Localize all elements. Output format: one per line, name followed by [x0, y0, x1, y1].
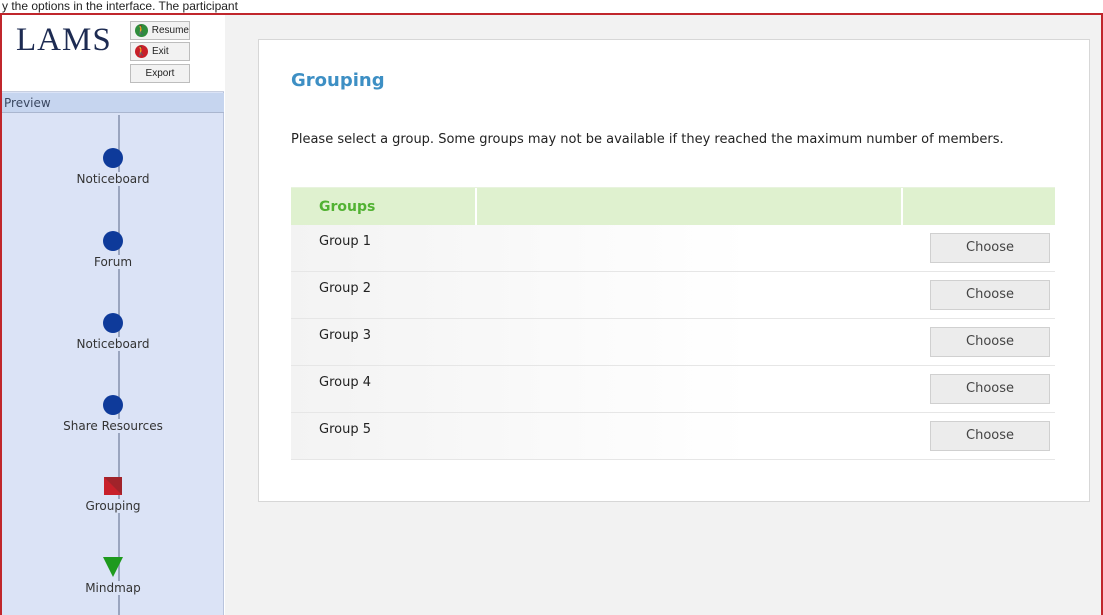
lams-logo: LAMS: [16, 22, 112, 58]
exit-person-icon: 🚶: [135, 45, 148, 58]
group-name: Group 5: [319, 422, 371, 437]
mindmap-triangle-icon: [103, 557, 123, 577]
table-row: Group 4 Choose: [291, 366, 1055, 413]
group-name: Group 3: [319, 328, 371, 343]
sidebar: LAMS 🚶 Resume 🚶 Exit Export Preview Noti…: [2, 15, 224, 615]
activity-label: Grouping: [83, 499, 143, 513]
table-row: Group 3 Choose: [291, 319, 1055, 366]
choose-button[interactable]: Choose: [930, 233, 1050, 263]
groups-column-header: Groups: [291, 188, 477, 225]
activity-label: Noticeboard: [74, 337, 152, 351]
group-name: Group 2: [319, 281, 371, 296]
groups-table: Groups Group 1 Choose Group 2 Choose Gro…: [291, 187, 1055, 460]
header-spacer: [477, 188, 903, 225]
table-row: Group 2 Choose: [291, 272, 1055, 319]
choose-button[interactable]: Choose: [930, 374, 1050, 404]
sequence-track: [118, 115, 120, 615]
activity-forum[interactable]: Forum: [2, 231, 224, 270]
table-row: Group 5 Choose: [291, 413, 1055, 460]
activity-label: Mindmap: [83, 581, 143, 595]
activity-noticeboard-1[interactable]: Noticeboard: [2, 148, 224, 187]
main-area: Grouping Please select a group. Some gro…: [225, 15, 1101, 615]
content-panel: Grouping Please select a group. Some gro…: [258, 39, 1090, 502]
activity-share-resources[interactable]: Share Resources: [2, 395, 224, 434]
group-name: Group 1: [319, 234, 371, 249]
activity-label: Forum: [91, 255, 135, 269]
choose-button[interactable]: Choose: [930, 421, 1050, 451]
instructions-text: Please select a group. Some groups may n…: [291, 132, 1004, 147]
resume-button[interactable]: 🚶 Resume: [130, 21, 190, 40]
export-label: Export: [145, 68, 175, 79]
walking-person-icon: 🚶: [135, 24, 148, 37]
activity-label: Noticeboard: [74, 172, 152, 186]
activity-mindmap[interactable]: Mindmap: [2, 557, 224, 596]
caption-text: y the options in the interface. The part…: [0, 0, 1103, 13]
activity-circle-icon: [103, 148, 123, 168]
activity-grouping[interactable]: Grouping: [2, 477, 224, 514]
exit-button[interactable]: 🚶 Exit: [130, 42, 190, 61]
activity-circle-icon: [103, 231, 123, 251]
preview-bar: Preview: [2, 93, 224, 113]
exit-label: Exit: [152, 46, 169, 57]
table-row: Group 1 Choose: [291, 225, 1055, 272]
page-title: Grouping: [291, 70, 385, 91]
sidebar-header: LAMS 🚶 Resume 🚶 Exit Export: [2, 15, 224, 92]
activity-circle-icon: [103, 395, 123, 415]
export-button[interactable]: Export: [130, 64, 190, 83]
group-name: Group 4: [319, 375, 371, 390]
grouping-square-icon: [104, 477, 122, 495]
resume-label: Resume: [151, 25, 189, 36]
activity-circle-icon: [103, 313, 123, 333]
activity-label: Share Resources: [61, 419, 165, 433]
choose-button[interactable]: Choose: [930, 280, 1050, 310]
header-spacer: [903, 188, 1055, 225]
table-header: Groups: [291, 187, 1055, 225]
activity-noticeboard-2[interactable]: Noticeboard: [2, 313, 224, 352]
choose-button[interactable]: Choose: [930, 327, 1050, 357]
